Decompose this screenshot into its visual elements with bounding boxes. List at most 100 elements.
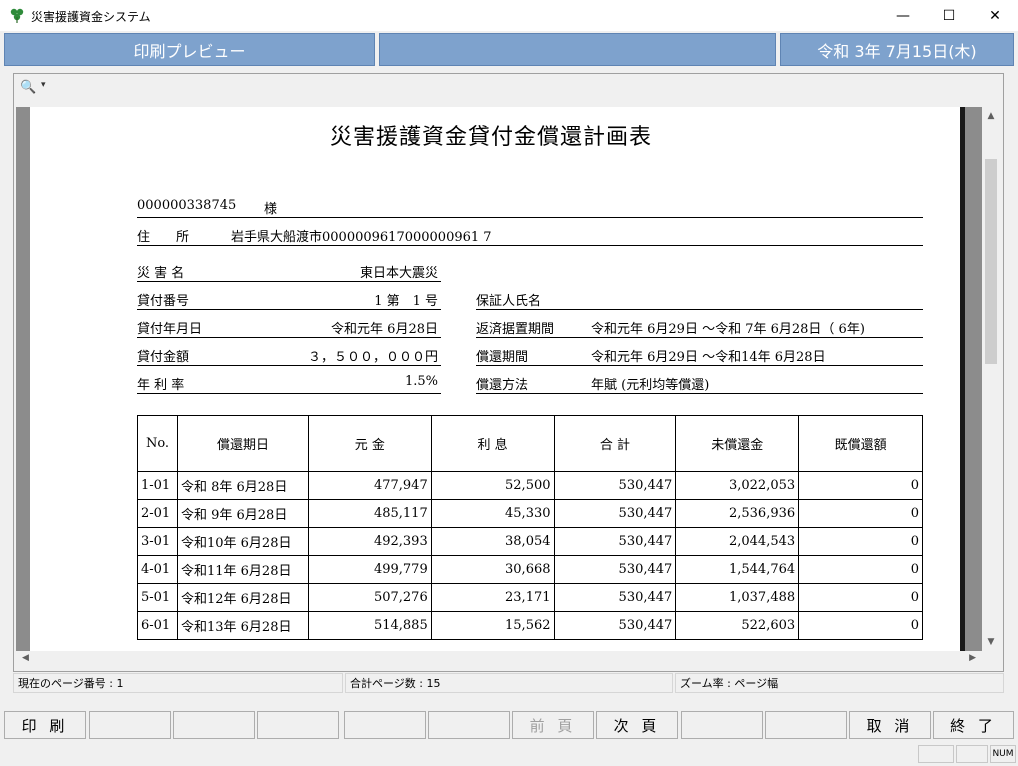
- cell-no: 2-01: [137, 499, 178, 528]
- clover-icon: [10, 8, 24, 23]
- fkey-2-button[interactable]: [89, 711, 171, 739]
- cell-paid: 0: [798, 527, 923, 556]
- next-page-button[interactable]: 次 頁: [596, 711, 678, 739]
- table-row: 5-01 令和12年 6月28日 507,276 23,171 530,447 …: [137, 583, 923, 612]
- table-row: 4-01 令和11年 6月28日 499,779 30,668 530,447 …: [137, 555, 923, 584]
- window-titlebar: 災害援護資金システム — ☐ ✕: [0, 0, 1018, 31]
- zoom-icon[interactable]: 🔍: [20, 80, 36, 95]
- cell-no: 3-01: [137, 527, 178, 556]
- amount-value: ３，５００，０００円: [307, 350, 438, 365]
- column-header: 償還期日: [176, 415, 309, 472]
- guarantor-label: 保証人氏名: [476, 294, 542, 309]
- zoom-status: ズーム率 : ページ幅: [675, 673, 1004, 693]
- screen-name-panel: 印刷プレビュー: [4, 33, 375, 66]
- report-title: 災害援護資金貸付金償還計画表: [330, 125, 653, 150]
- cell-date: 令和13年 6月28日: [176, 611, 309, 640]
- cell-interest: 15,562: [430, 611, 555, 640]
- cell-unpaid: 1,037,488: [675, 583, 800, 612]
- total-pages-status: 合計ページ数 : 15: [345, 673, 673, 693]
- minimize-button[interactable]: —: [880, 0, 926, 31]
- scroll-left-icon[interactable]: ◀: [22, 653, 29, 663]
- column-header: 既償還額: [798, 415, 923, 472]
- table-row: 3-01 令和10年 6月28日 492,393 38,054 530,447 …: [137, 527, 923, 556]
- cell-no: 4-01: [137, 555, 178, 584]
- date-panel: 令和 3年 7月15日(木): [780, 33, 1014, 66]
- cell-total: 530,447: [553, 527, 677, 556]
- address-label: 住 所: [137, 230, 190, 245]
- column-header: 利 息: [430, 415, 555, 472]
- repayment-schedule-table: No. 償還期日 元 金 利 息 合 計 未償還金 既償還額 1-01 令和 8…: [137, 415, 923, 640]
- cell-paid: 0: [798, 611, 923, 640]
- cell-paid: 0: [798, 555, 923, 584]
- honorific: 様: [264, 202, 278, 217]
- cell-principal: 499,779: [307, 555, 432, 584]
- zoom-dropdown-icon[interactable]: ▾: [41, 80, 46, 90]
- column-header: 未償還金: [675, 415, 800, 472]
- fkey-4-button[interactable]: [257, 711, 339, 739]
- rate-label: 年 利 率: [137, 378, 185, 393]
- cell-total: 530,447: [553, 499, 677, 528]
- deferral-value: 令和元年 6月29日 ～令和 7年 6月28日（ 6年): [591, 322, 865, 337]
- cell-total: 530,447: [553, 471, 677, 500]
- cell-date: 令和 9年 6月28日: [176, 499, 309, 528]
- cancel-button[interactable]: 取 消: [849, 711, 931, 739]
- amount-label: 貸付金額: [137, 350, 190, 365]
- fkey-3-button[interactable]: [173, 711, 255, 739]
- header-middle-panel: [379, 33, 776, 66]
- fkey-5-button[interactable]: [344, 711, 426, 739]
- cell-date: 令和10年 6月28日: [176, 527, 309, 556]
- cell-unpaid: 3,022,053: [675, 471, 800, 500]
- deferral-label: 返済据置期間: [476, 322, 555, 337]
- address-value: 岩手県大船渡市0000009617000000961 7: [231, 230, 492, 245]
- column-header: 合 計: [553, 415, 677, 472]
- function-key-bar: 印 刷 前 頁 次 頁 取 消 終 了: [4, 711, 1014, 739]
- preview-area: 災害援護資金貸付金償還計画表 000000338745 様 住 所 岩手県大船渡…: [16, 107, 982, 651]
- table-header-row: No. 償還期日 元 金 利 息 合 計 未償還金 既償還額: [137, 415, 923, 472]
- report-page: 災害援護資金貸付金償還計画表 000000338745 様 住 所 岩手県大船渡…: [30, 107, 965, 651]
- fkey-9-button[interactable]: [681, 711, 763, 739]
- prev-page-button[interactable]: 前 頁: [512, 711, 594, 739]
- table-row: 6-01 令和13年 6月28日 514,885 15,562 530,447 …: [137, 611, 923, 640]
- borrower-id: 000000338745: [137, 198, 237, 213]
- scroll-right-icon[interactable]: ▶: [969, 653, 976, 663]
- cell-principal: 507,276: [307, 583, 432, 612]
- cell-unpaid: 2,044,543: [675, 527, 800, 556]
- loan-no-label: 貸付番号: [137, 294, 190, 309]
- exit-button[interactable]: 終 了: [933, 711, 1014, 739]
- scroll-up-icon[interactable]: ▲: [982, 111, 1000, 121]
- cell-interest: 52,500: [430, 471, 555, 500]
- fkey-6-button[interactable]: [428, 711, 510, 739]
- vertical-scrollbar[interactable]: ▲ ▼: [982, 107, 1000, 651]
- cell-principal: 514,885: [307, 611, 432, 640]
- cell-unpaid: 522,603: [675, 611, 800, 640]
- num-lock-indicator: NUM: [990, 745, 1016, 763]
- cell-date: 令和11年 6月28日: [176, 555, 309, 584]
- cell-interest: 23,171: [430, 583, 555, 612]
- cell-interest: 30,668: [430, 555, 555, 584]
- cell-paid: 0: [798, 471, 923, 500]
- rate-value: 1.5%: [404, 374, 438, 389]
- disaster-label: 災 害 名: [137, 266, 185, 281]
- repay-period-value: 令和元年 6月29日 ～令和14年 6月28日: [591, 350, 826, 365]
- close-button[interactable]: ✕: [972, 0, 1018, 31]
- horizontal-scrollbar[interactable]: ◀ ▶: [16, 651, 982, 668]
- cell-unpaid: 2,536,936: [675, 499, 800, 528]
- cell-interest: 38,054: [430, 527, 555, 556]
- disaster-value: 東日本大震災: [359, 266, 438, 281]
- fkey-10-button[interactable]: [765, 711, 847, 739]
- print-button[interactable]: 印 刷: [4, 711, 86, 739]
- loan-date-value: 令和元年 6月28日: [331, 322, 438, 337]
- column-header: No.: [137, 415, 178, 472]
- cell-no: 5-01: [137, 583, 178, 612]
- scroll-thumb[interactable]: [985, 159, 997, 364]
- current-page-status: 現在のページ番号 : 1: [13, 673, 343, 693]
- table-row: 2-01 令和 9年 6月28日 485,117 45,330 530,447 …: [137, 499, 923, 528]
- window-title: 災害援護資金システム: [31, 10, 151, 24]
- cell-total: 530,447: [553, 611, 677, 640]
- status-cell: [918, 745, 954, 763]
- scroll-down-icon[interactable]: ▼: [982, 637, 1000, 647]
- cell-total: 530,447: [553, 555, 677, 584]
- cell-paid: 0: [798, 499, 923, 528]
- maximize-button[interactable]: ☐: [926, 0, 972, 31]
- status-cell: [956, 745, 988, 763]
